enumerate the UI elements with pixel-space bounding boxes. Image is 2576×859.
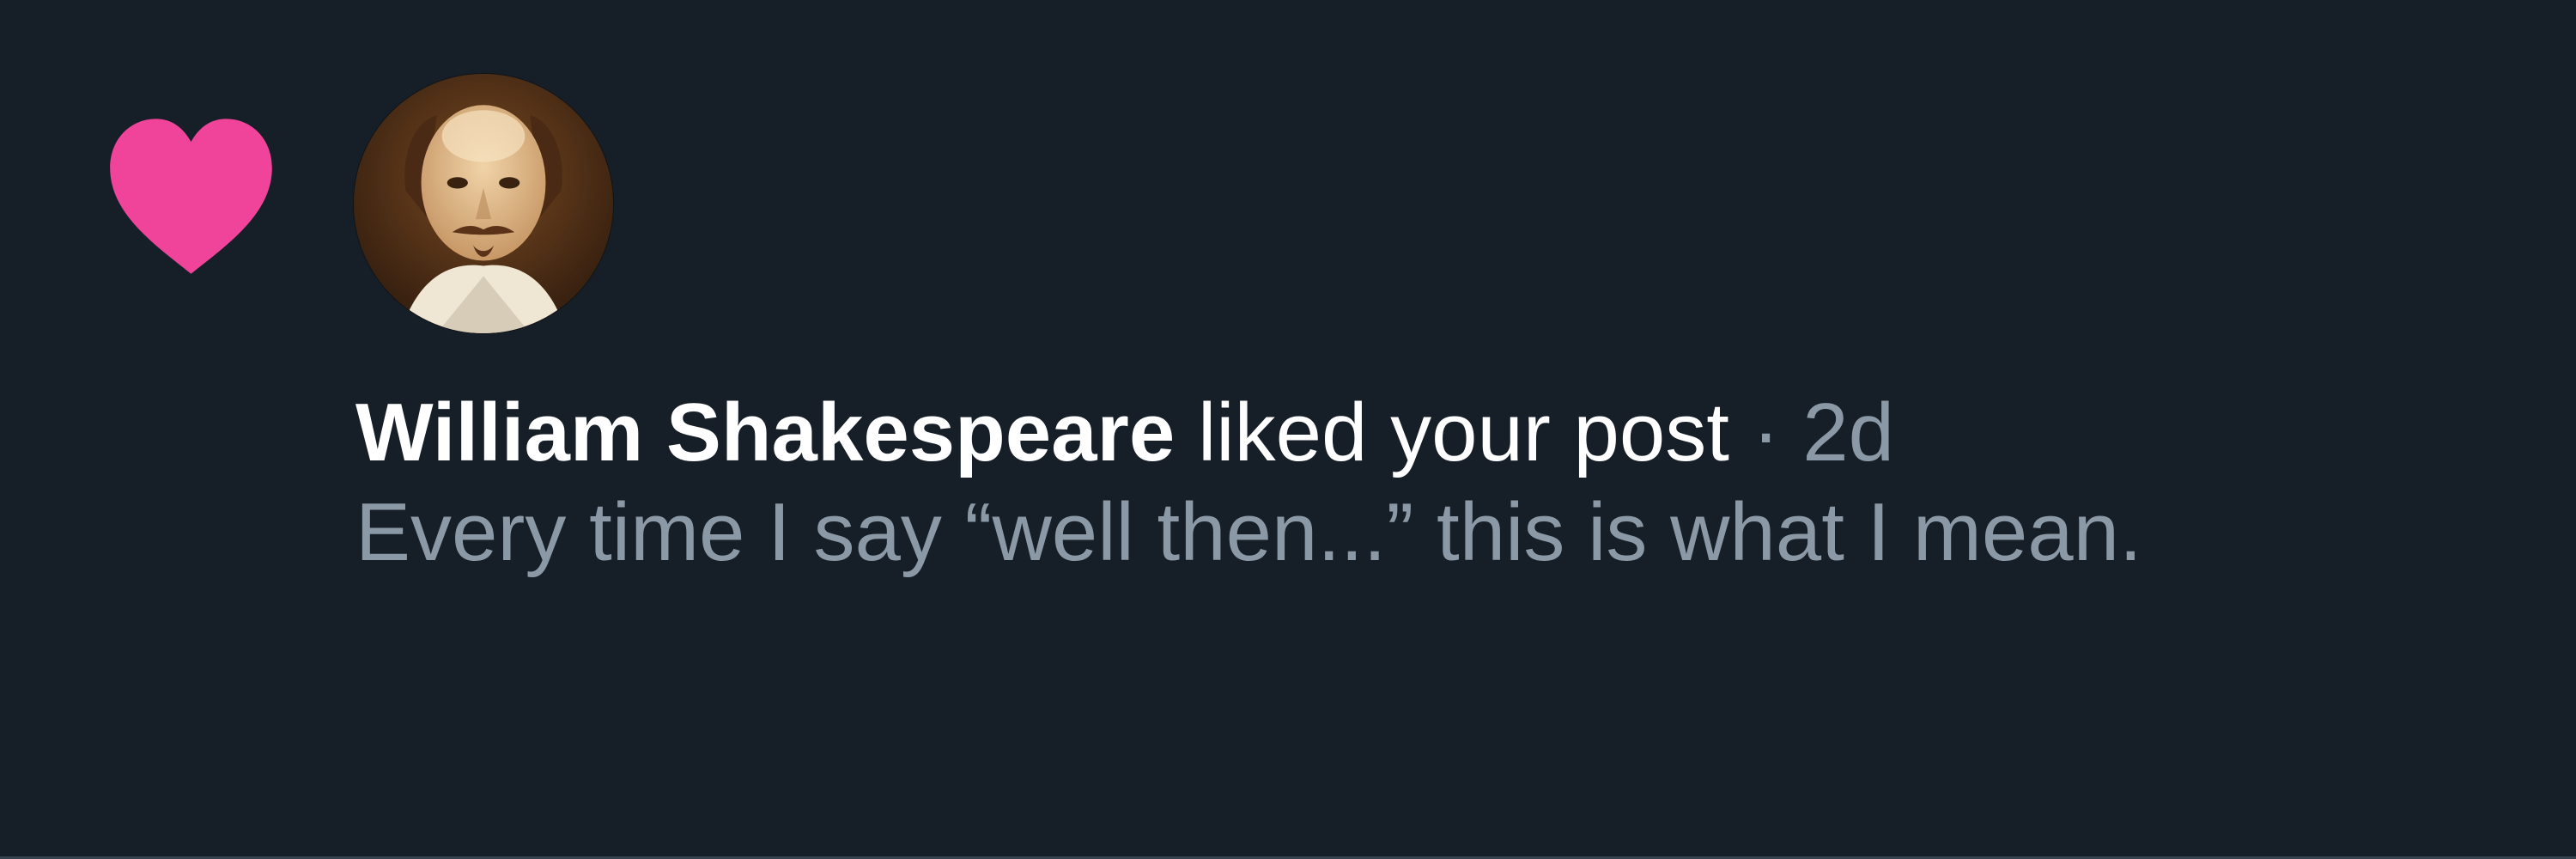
like-notification[interactable]: William Shakespeare liked your post · 2d…: [0, 0, 2576, 859]
notification-headline: William Shakespeare liked your post · 2d: [355, 383, 2502, 483]
heart-icon: [103, 112, 279, 279]
actor-name[interactable]: William Shakespeare: [355, 387, 1175, 478]
notification-content: William Shakespeare liked your post · 2d…: [355, 383, 2502, 582]
separator-dot: ·: [1752, 387, 1780, 478]
action-text: liked your post: [1197, 387, 1729, 478]
timestamp[interactable]: 2d: [1802, 387, 1894, 478]
avatar[interactable]: [354, 74, 613, 333]
post-preview-text[interactable]: Every time I say “well then...” this is …: [355, 483, 2468, 582]
